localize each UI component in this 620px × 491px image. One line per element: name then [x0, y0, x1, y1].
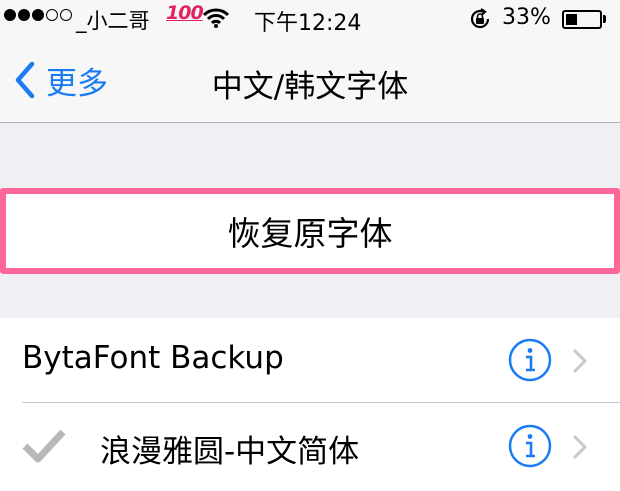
chevron-right-icon [573, 435, 587, 459]
signal-strength-indicator [4, 9, 72, 21]
battery-tip [603, 15, 606, 23]
status-bar: _小二哥 100 下午12:24 33% [0, 0, 620, 38]
carrier-name: _小二哥 [76, 9, 150, 33]
battery-icon [562, 10, 602, 29]
font-row-langman-yayuan[interactable]: 浪漫雅圆-中文简体 [0, 404, 620, 490]
font-label: BytaFont Backup [22, 340, 284, 376]
back-button[interactable]: 更多 [8, 58, 108, 102]
font-list: BytaFont Backup 浪漫雅圆-中文简体 [0, 318, 620, 491]
page-title: 中文/韩文字体 [211, 69, 409, 105]
status-time: 下午12:24 [254, 11, 362, 36]
font-row-bytafont-backup[interactable]: BytaFont Backup [0, 318, 620, 404]
chevron-right-icon [573, 349, 587, 373]
wifi-icon [203, 8, 229, 28]
info-icon[interactable] [508, 424, 552, 468]
row-divider [22, 402, 620, 403]
signal-dot [32, 9, 44, 21]
hundred-points-icon: 100 [166, 2, 204, 24]
signal-dot [4, 9, 16, 21]
restore-label: 恢复原字体 [227, 214, 393, 253]
rotation-lock-icon [470, 8, 490, 29]
back-label: 更多 [46, 65, 108, 102]
battery-percent: 33% [502, 5, 551, 30]
checkmark-icon [22, 429, 66, 463]
restore-original-font-button[interactable]: 恢复原字体 [0, 188, 620, 274]
font-label: 浪漫雅圆-中文简体 [100, 434, 360, 470]
signal-dot [18, 9, 30, 21]
signal-dot [60, 9, 72, 21]
info-icon[interactable] [508, 338, 552, 382]
chevron-left-icon [15, 61, 35, 99]
navigation-bar: 更多 中文/韩文字体 [0, 38, 620, 123]
signal-dot [46, 9, 58, 21]
